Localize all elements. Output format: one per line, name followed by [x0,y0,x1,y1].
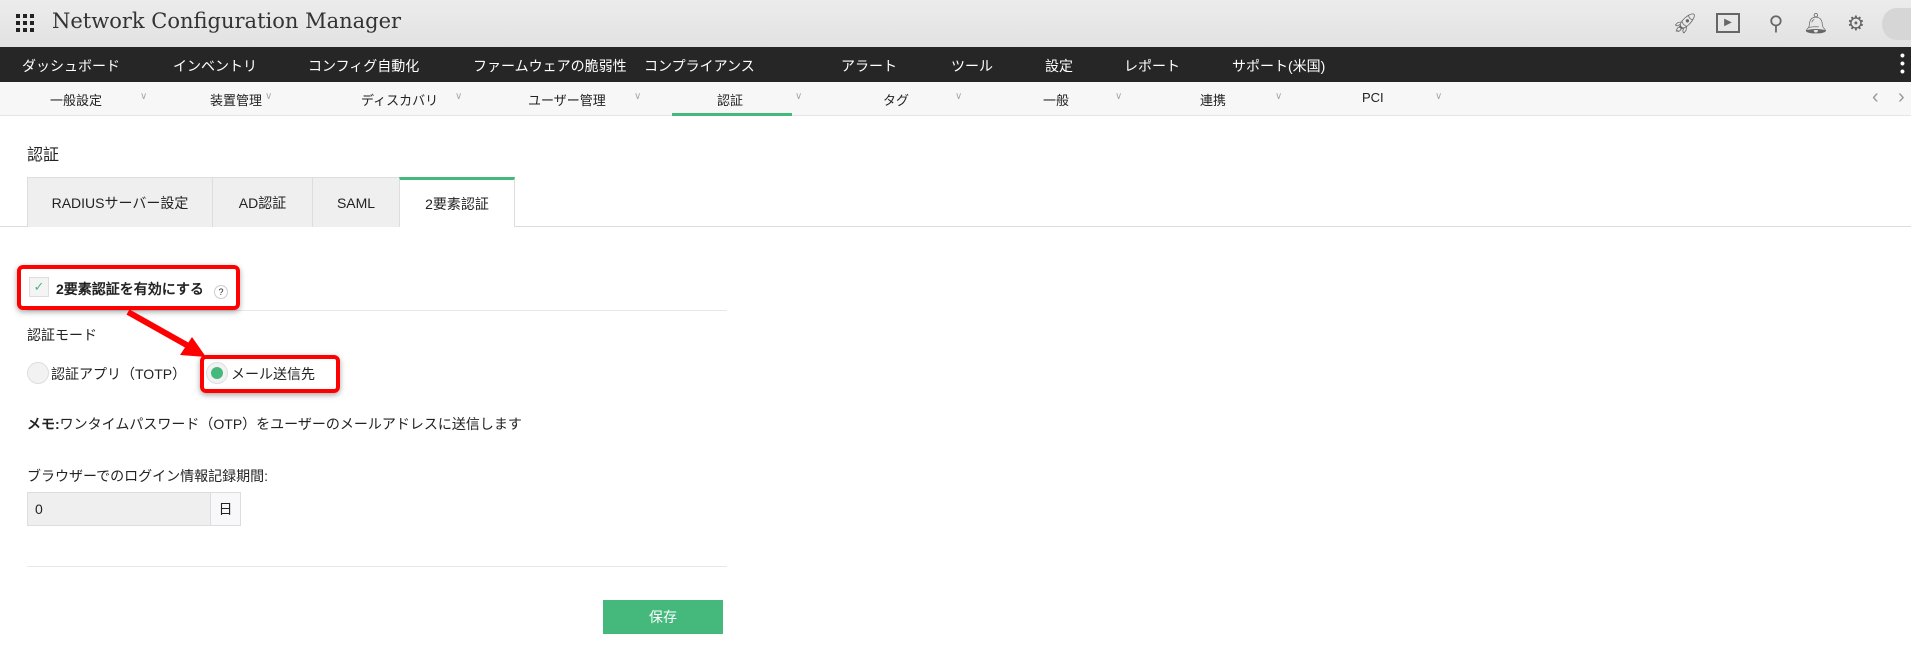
nav-inventory[interactable]: インベントリ [173,56,257,76]
chevron-down-icon[interactable]: ∨ [140,91,147,102]
rocket-icon[interactable]: 🚀︎ [1672,10,1698,36]
annotation-highlight [17,265,240,310]
subnav-user-management[interactable]: ユーザー管理 [528,90,606,109]
annotation-highlight [200,355,340,393]
gear-icon[interactable]: ⚙ [1843,10,1869,36]
save-button[interactable]: 保存 [603,600,723,634]
subnav-tags[interactable]: タグ [883,90,909,109]
nav-config-automation[interactable]: コンフィグ自動化 [308,56,419,76]
chevron-down-icon[interactable]: ∨ [634,91,641,102]
app-grid-icon[interactable] [16,14,34,32]
days-unit: 日 [210,492,241,526]
main-nav: ダッシュボード インベントリ コンフィグ自動化 ファームウェアの脆弱性 コンプラ… [0,47,1911,82]
nav-reports[interactable]: レポート [1124,56,1180,76]
nav-dashboard[interactable]: ダッシュボード [22,56,120,76]
subnav-general[interactable]: 一般 [1043,90,1069,109]
active-tab-indicator [672,113,792,116]
chevron-down-icon[interactable]: ∨ [1435,91,1442,102]
subnav-integration[interactable]: 連携 [1200,90,1226,109]
scroll-left-icon[interactable]: ‹ [1872,86,1879,109]
nav-alerts[interactable]: アラート [841,56,897,76]
chevron-down-icon[interactable]: ∨ [1115,91,1122,102]
subnav-authentication[interactable]: 認証 [717,90,743,109]
subnav-discovery[interactable]: ディスカバリ [361,90,438,109]
tab-two-factor[interactable]: 2要素認証 [399,177,515,227]
mode-label: 認証モード [27,327,97,343]
chevron-down-icon[interactable]: ∨ [455,91,462,102]
subnav-general-settings[interactable]: 一般設定 [50,90,102,109]
scroll-right-icon[interactable]: › [1898,86,1905,109]
user-avatar-icon[interactable] [1882,8,1911,40]
divider [27,566,727,567]
remember-days-input[interactable]: 0 [27,492,211,526]
nav-settings[interactable]: 設定 [1045,56,1073,76]
radio-totp-label[interactable]: 認証アプリ（TOTP） [51,364,186,384]
search-icon[interactable]: ⚲ [1763,10,1789,36]
annotation-arrow-icon [126,309,206,357]
chevron-down-icon[interactable]: ∨ [955,91,962,102]
memo-prefix: メモ: [27,416,60,432]
bell-icon[interactable]: 🔔︎ [1803,10,1829,36]
nav-compliance[interactable]: コンプライアンス [644,56,755,76]
sub-nav: 一般設定 ∨ 装置管理 ∨ ディスカバリ ∨ ユーザー管理 ∨ 認証 ∨ タグ ∨ 一般 ∨ … [0,82,1911,116]
chevron-down-icon[interactable]: ∨ [1275,91,1282,102]
remember-label: ブラウザーでのログイン情報記録期間: [27,468,269,484]
more-menu-icon[interactable]: • • • [1900,48,1905,78]
app-title: Network Configuration Manager [52,9,402,33]
presentation-icon[interactable]: ▶ [1715,10,1741,36]
memo-body: ワンタイムパスワード（OTP）をユーザーのメールアドレスに送信します [59,416,522,432]
subnav-device-management[interactable]: 装置管理 [210,90,262,109]
nav-support[interactable]: サポート(米国) [1232,56,1325,76]
subnav-pci[interactable]: PCI [1362,90,1384,105]
tab-radius[interactable]: RADIUSサーバー設定 [27,177,213,227]
chevron-down-icon[interactable]: ∨ [265,91,272,102]
page-title: 認証 [27,147,60,164]
chevron-down-icon[interactable]: ∨ [795,91,802,102]
memo-text: メモ:ワンタイムパスワード（OTP）をユーザーのメールアドレスに送信します [27,414,522,434]
radio-totp[interactable] [27,362,49,384]
nav-firmware-vulnerability[interactable]: ファームウェアの脆弱性 [473,56,627,76]
tab-ad[interactable]: AD認証 [212,177,313,227]
tab-saml[interactable]: SAML [312,177,400,227]
nav-tools[interactable]: ツール [951,56,993,76]
